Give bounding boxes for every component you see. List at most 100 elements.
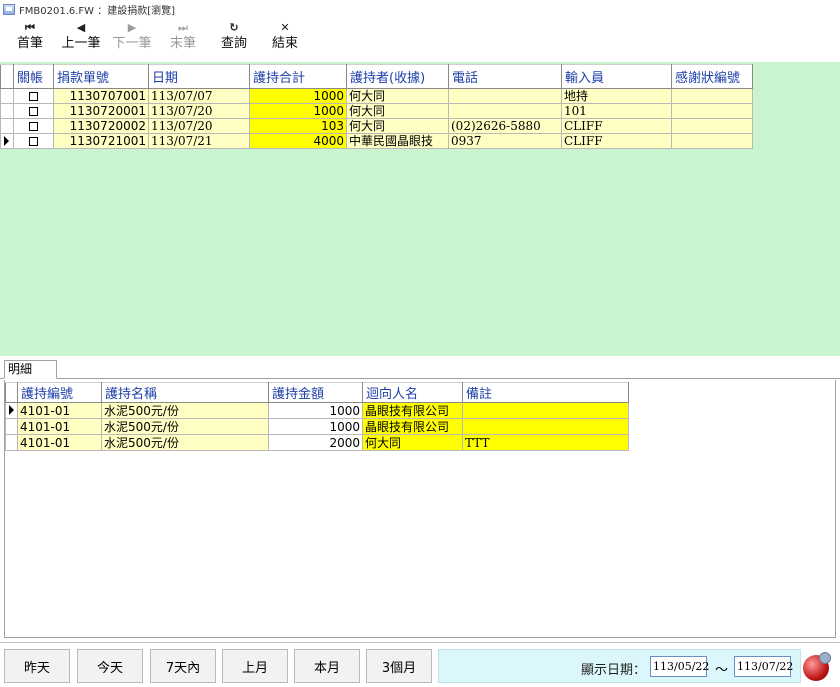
col-header-closed[interactable]: 關帳 [13, 64, 54, 89]
doc-no-cell[interactable]: 1130720002 [53, 118, 149, 134]
detail-header-row: 護持編號 護持名稱 護持金額 迴向人名 備註 [5, 382, 629, 403]
last-month-button[interactable]: 上月 [222, 649, 288, 683]
three-months-button[interactable]: 3個月 [366, 649, 432, 683]
item-name-cell[interactable]: 水泥500元/份 [101, 418, 269, 435]
table-row[interactable]: 1130707001 113/07/07 1000 何大同 地持 [0, 88, 753, 104]
tab-detail[interactable]: 明細 [4, 360, 57, 379]
donor-cell[interactable]: 中華民國晶眼技 [346, 133, 449, 149]
item-code-cell[interactable]: 4101-01 [17, 402, 102, 419]
first-record-button[interactable]: ⏮ 首筆 [5, 20, 55, 60]
row-indicator-current[interactable] [5, 402, 18, 419]
row-indicator[interactable] [0, 88, 14, 104]
closed-cell[interactable] [13, 88, 54, 104]
closed-checkbox[interactable] [29, 122, 38, 131]
last-7-days-button[interactable]: 7天內 [150, 649, 216, 683]
row-indicator[interactable] [5, 418, 18, 435]
operator-cell[interactable]: CLIFF [561, 118, 672, 134]
item-name-cell[interactable]: 水泥500元/份 [101, 402, 269, 419]
cert-no-cell[interactable] [671, 133, 753, 149]
col-header-doc-no[interactable]: 捐款單號 [53, 64, 149, 89]
doc-no-cell[interactable]: 1130721001 [53, 133, 149, 149]
dedicate-cell[interactable]: 晶眼技有限公司 [362, 402, 463, 419]
row-indicator[interactable] [0, 103, 14, 119]
globe-icon[interactable] [803, 652, 831, 681]
closed-checkbox[interactable] [29, 137, 38, 146]
col-header-dedicate[interactable]: 迴向人名 [362, 382, 463, 403]
date-cell[interactable]: 113/07/20 [148, 103, 250, 119]
col-header-total[interactable]: 護持合計 [249, 64, 347, 89]
row-indicator[interactable] [0, 118, 14, 134]
amount-cell[interactable]: 2000 [268, 434, 363, 451]
closed-cell[interactable] [13, 103, 54, 119]
col-header-operator[interactable]: 輸入員 [561, 64, 672, 89]
query-button[interactable]: ↻ 查詢 [209, 20, 259, 60]
window-title: FMB0201.6.FW ：建設捐款[瀏覽] [19, 5, 176, 17]
master-grid-area[interactable]: 關帳 捐款單號 日期 護持合計 護持者(收據) 電話 輸入員 感謝狀編號 113… [0, 62, 840, 356]
date-to-input[interactable]: 113/07/22 [734, 656, 793, 677]
row-indicator[interactable] [5, 434, 18, 451]
col-header-item-code[interactable]: 護持編號 [17, 382, 102, 403]
doc-no-cell[interactable]: 1130720001 [53, 103, 149, 119]
previous-record-button[interactable]: ◀ 上一筆 [56, 20, 106, 60]
table-row[interactable]: 4101-01 水泥500元/份 2000 何大同 TTT [5, 434, 629, 451]
exit-button[interactable]: ✕ 結束 [260, 20, 310, 60]
item-name-cell[interactable]: 水泥500元/份 [101, 434, 269, 451]
col-header-phone[interactable]: 電話 [448, 64, 562, 89]
donor-cell[interactable]: 何大同 [346, 88, 449, 104]
detail-grid-area[interactable]: 護持編號 護持名稱 護持金額 迴向人名 備註 4101-01 水泥500元/份 … [4, 380, 836, 638]
cert-no-cell[interactable] [671, 118, 753, 134]
operator-cell[interactable]: 101 [561, 103, 672, 119]
closed-cell[interactable] [13, 118, 54, 134]
item-code-cell[interactable]: 4101-01 [17, 434, 102, 451]
total-cell[interactable]: 1000 [249, 103, 347, 119]
note-cell[interactable]: TTT [462, 434, 629, 451]
dedicate-cell[interactable]: 何大同 [362, 434, 463, 451]
col-header-cert-no[interactable]: 感謝狀編號 [671, 64, 753, 89]
next-record-label: 下一筆 [112, 36, 152, 51]
date-cell[interactable]: 113/07/20 [148, 118, 250, 134]
table-row[interactable]: 4101-01 水泥500元/份 1000 晶眼技有限公司 [5, 418, 629, 435]
dedicate-cell[interactable]: 晶眼技有限公司 [362, 418, 463, 435]
table-row[interactable]: 1130720002 113/07/20 103 何大同 (02)2626-58… [0, 118, 753, 134]
total-cell[interactable]: 1000 [249, 88, 347, 104]
table-row[interactable]: 1130721001 113/07/21 4000 中華民國晶眼技 0937 C… [0, 133, 753, 149]
table-row[interactable]: 4101-01 水泥500元/份 1000 晶眼技有限公司 [5, 402, 629, 419]
this-month-button[interactable]: 本月 [294, 649, 360, 683]
col-header-donor[interactable]: 護持者(收據) [346, 64, 449, 89]
phone-cell[interactable] [448, 103, 562, 119]
today-button[interactable]: 今天 [77, 649, 143, 683]
doc-no-cell[interactable]: 1130707001 [53, 88, 149, 104]
date-cell[interactable]: 113/07/07 [148, 88, 250, 104]
next-record-button[interactable]: ▶ 下一筆 [107, 20, 157, 60]
col-header-date[interactable]: 日期 [148, 64, 250, 89]
col-header-amount[interactable]: 護持金額 [268, 382, 363, 403]
donor-cell[interactable]: 何大同 [346, 118, 449, 134]
phone-cell[interactable]: (02)2626-5880 [448, 118, 562, 134]
amount-cell[interactable]: 1000 [268, 418, 363, 435]
date-from-input[interactable]: 113/05/22 [650, 656, 709, 677]
closed-cell[interactable] [13, 133, 54, 149]
total-cell[interactable]: 4000 [249, 133, 347, 149]
date-cell[interactable]: 113/07/21 [148, 133, 250, 149]
total-cell[interactable]: 103 [249, 118, 347, 134]
operator-cell[interactable]: CLIFF [561, 133, 672, 149]
title-bar: FMB0201.6.FW ：建設捐款[瀏覽] [0, 0, 840, 18]
last-record-button[interactable]: ⏭ 末筆 [158, 20, 208, 60]
closed-checkbox[interactable] [29, 92, 38, 101]
donor-cell[interactable]: 何大同 [346, 103, 449, 119]
operator-cell[interactable]: 地持 [561, 88, 672, 104]
cert-no-cell[interactable] [671, 103, 753, 119]
phone-cell[interactable] [448, 88, 562, 104]
closed-checkbox[interactable] [29, 107, 38, 116]
col-header-note[interactable]: 備註 [462, 382, 629, 403]
note-cell[interactable] [462, 402, 629, 419]
row-indicator-current[interactable] [0, 133, 14, 149]
yesterday-button[interactable]: 昨天 [4, 649, 70, 683]
cert-no-cell[interactable] [671, 88, 753, 104]
amount-cell[interactable]: 1000 [268, 402, 363, 419]
item-code-cell[interactable]: 4101-01 [17, 418, 102, 435]
table-row[interactable]: 1130720001 113/07/20 1000 何大同 101 [0, 103, 753, 119]
phone-cell[interactable]: 0937 [448, 133, 562, 149]
col-header-item-name[interactable]: 護持名稱 [101, 382, 269, 403]
note-cell[interactable] [462, 418, 629, 435]
